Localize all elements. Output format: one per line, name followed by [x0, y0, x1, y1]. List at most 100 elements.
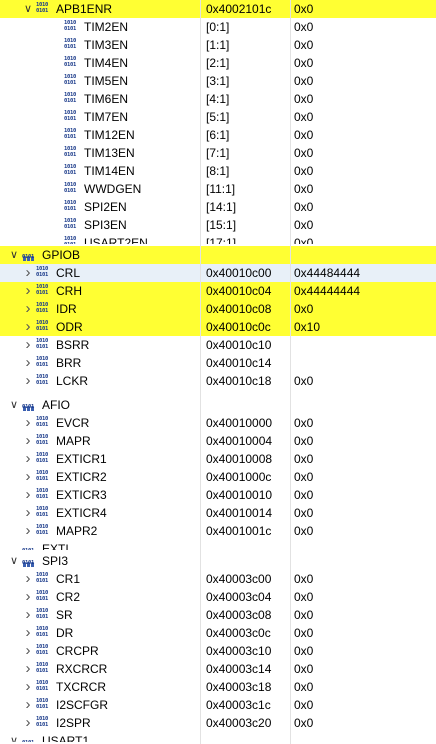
register-value[interactable]: 0x0: [294, 588, 313, 606]
tree-row[interactable]: › 1010 0101 ODR 0x40010c0c 0x10: [0, 318, 436, 336]
tree-row[interactable]: › 1010 0101 MAPR 0x40010004 0x0: [0, 432, 436, 450]
register-value[interactable]: 0x0: [294, 450, 313, 468]
tree-row[interactable]: › 1010 0101 EXTICR3 0x40010010 0x0: [0, 486, 436, 504]
tree-row[interactable]: 1010 0101 WWDGEN [11:1] 0x0: [0, 180, 436, 198]
chevron-right-icon[interactable]: ›: [22, 282, 34, 300]
tree-row[interactable]: › 1010 0101 CR1 0x40003c00 0x0: [0, 570, 436, 588]
chevron-right-icon[interactable]: ›: [22, 264, 34, 282]
register-value[interactable]: 0x0: [294, 714, 313, 732]
tree-row[interactable]: 1010 0101 TIM12EN [6:1] 0x0: [0, 126, 436, 144]
chevron-right-icon[interactable]: ›: [22, 570, 34, 588]
tree-row[interactable]: › 1010 0101 BSRR 0x40010c10: [0, 336, 436, 354]
tree-row[interactable]: › 1010 0101 CR2 0x40003c04 0x0: [0, 588, 436, 606]
tree-row[interactable]: 10100101 USART2EN [17:1] 0x0: [0, 234, 436, 244]
tree-row[interactable]: 1010 0101 SPI2EN [14:1] 0x0: [0, 198, 436, 216]
chevron-right-icon[interactable]: ›: [22, 414, 34, 432]
tree-row[interactable]: › 1010 0101 EVCR 0x40010000 0x0: [0, 414, 436, 432]
chevron-right-icon[interactable]: ›: [22, 522, 34, 540]
tree-row[interactable]: › 1010 0101 EXTICR4 0x40010014 0x0: [0, 504, 436, 522]
tree-row[interactable]: › 1010 0101 CRL 0x40010c00 0x44484444: [0, 264, 436, 282]
tree-row[interactable]: ∨ 0101 AFIO: [0, 396, 436, 414]
chevron-right-icon[interactable]: ›: [22, 714, 34, 732]
tree-row[interactable]: › 1010 0101 I2SCFGR 0x40003c1c 0x0: [0, 696, 436, 714]
register-value[interactable]: 0x0: [294, 522, 313, 540]
register-value[interactable]: 0x0: [294, 432, 313, 450]
tree-row[interactable]: › 1010 0101 DR 0x40003c0c 0x0: [0, 624, 436, 642]
register-value[interactable]: 0x0: [294, 0, 313, 18]
tree-row[interactable]: › 1010 0101 LCKR 0x40010c18 0x0: [0, 372, 436, 390]
register-value[interactable]: 0x0: [294, 180, 313, 198]
register-value[interactable]: 0x0: [294, 372, 313, 390]
tree-row[interactable]: ∨0101 USART1: [0, 732, 436, 742]
chevron-down-icon[interactable]: ∨: [8, 396, 20, 414]
register-value[interactable]: 0x44484444: [294, 264, 360, 282]
chevron-right-icon[interactable]: ›: [22, 336, 34, 354]
chevron-right-icon[interactable]: ›: [22, 642, 34, 660]
chevron-right-icon[interactable]: ›: [22, 318, 34, 336]
chevron-right-icon[interactable]: ›: [22, 372, 34, 390]
tree-row[interactable]: › 1010 0101 I2SPR 0x40003c20 0x0: [0, 714, 436, 732]
register-value[interactable]: 0x0: [294, 126, 313, 144]
chevron-right-icon[interactable]: ›: [22, 468, 34, 486]
chevron-right-icon[interactable]: ›: [22, 432, 34, 450]
register-value[interactable]: 0x0: [294, 90, 313, 108]
register-value[interactable]: 0x0: [294, 300, 313, 318]
tree-row[interactable]: ∨ 1010 0101 APB1ENR 0x4002101c 0x0: [0, 0, 436, 18]
chevron-down-icon[interactable]: ∨: [22, 0, 34, 18]
register-value[interactable]: 0x10: [294, 318, 320, 336]
tree-row[interactable]: ∨ 0101 SPI3: [0, 552, 436, 570]
register-value[interactable]: 0x0: [294, 18, 313, 36]
tree-row[interactable]: › 1010 0101 EXTICR1 0x40010008 0x0: [0, 450, 436, 468]
tree-row[interactable]: › 1010 0101 CRCPR 0x40003c10 0x0: [0, 642, 436, 660]
register-value[interactable]: 0x0: [294, 642, 313, 660]
register-value[interactable]: 0x0: [294, 72, 313, 90]
tree-row[interactable]: › 1010 0101 EXTICR2 0x4001000c 0x0: [0, 468, 436, 486]
tree-row[interactable]: › 1010 0101 BRR 0x40010c14: [0, 354, 436, 372]
register-value[interactable]: 0x0: [294, 504, 313, 522]
register-value[interactable]: 0x0: [294, 234, 313, 244]
tree-row[interactable]: › 1010 0101 CRH 0x40010c04 0x44444444: [0, 282, 436, 300]
tree-row[interactable]: › 1010 0101 IDR 0x40010c08 0x0: [0, 300, 436, 318]
chevron-right-icon[interactable]: ›: [22, 354, 34, 372]
register-value[interactable]: 0x0: [294, 144, 313, 162]
chevron-right-icon[interactable]: ›: [22, 588, 34, 606]
chevron-right-icon[interactable]: ›: [22, 450, 34, 468]
tree-row[interactable]: 1010 0101 TIM6EN [4:1] 0x0: [0, 90, 436, 108]
tree-row[interactable]: 1010 0101 TIM7EN [5:1] 0x0: [0, 108, 436, 126]
register-value[interactable]: 0x0: [294, 414, 313, 432]
register-value[interactable]: 0x0: [294, 198, 313, 216]
tree-row[interactable]: 1010 0101 TIM13EN [7:1] 0x0: [0, 144, 436, 162]
chevron-right-icon[interactable]: ›: [22, 696, 34, 714]
register-value[interactable]: 0x0: [294, 468, 313, 486]
tree-row[interactable]: 1010 0101 SPI3EN [15:1] 0x0: [0, 216, 436, 234]
register-value[interactable]: 0x0: [294, 678, 313, 696]
chevron-down-icon[interactable]: ∨: [8, 552, 20, 570]
chevron-down-icon[interactable]: ∨: [8, 246, 20, 264]
register-value[interactable]: 0x0: [294, 606, 313, 624]
register-value[interactable]: 0x0: [294, 162, 313, 180]
tree-row[interactable]: › 1010 0101 SR 0x40003c08 0x0: [0, 606, 436, 624]
chevron-right-icon[interactable]: ›: [22, 606, 34, 624]
register-value[interactable]: 0x0: [294, 660, 313, 678]
tree-row[interactable]: 1010 0101 TIM14EN [8:1] 0x0: [0, 162, 436, 180]
chevron-right-icon[interactable]: ›: [22, 486, 34, 504]
tree-row[interactable]: › 1010 0101 RXCRCR 0x40003c14 0x0: [0, 660, 436, 678]
chevron-right-icon[interactable]: ›: [22, 678, 34, 696]
register-value[interactable]: 0x0: [294, 54, 313, 72]
register-value[interactable]: 0x0: [294, 36, 313, 54]
tree-row[interactable]: 1010 0101 TIM5EN [3:1] 0x0: [0, 72, 436, 90]
tree-row[interactable]: › 1010 0101 TXCRCR 0x40003c18 0x0: [0, 678, 436, 696]
chevron-down-icon[interactable]: ∨: [8, 732, 20, 742]
chevron-right-icon[interactable]: ›: [22, 300, 34, 318]
chevron-right-icon[interactable]: ›: [22, 504, 34, 522]
tree-row[interactable]: ∨ 0101 GPIOB: [0, 246, 436, 264]
chevron-right-icon[interactable]: ›: [22, 624, 34, 642]
register-value[interactable]: 0x0: [294, 570, 313, 588]
register-value[interactable]: 0x0: [294, 108, 313, 126]
tree-row[interactable]: 1010 0101 TIM4EN [2:1] 0x0: [0, 54, 436, 72]
tree-row[interactable]: 1010 0101 TIM3EN [1:1] 0x0: [0, 36, 436, 54]
chevron-right-icon[interactable]: ›: [22, 660, 34, 678]
register-value[interactable]: 0x0: [294, 486, 313, 504]
register-value[interactable]: 0x0: [294, 696, 313, 714]
tree-row[interactable]: 0101 EXTI: [0, 540, 436, 550]
